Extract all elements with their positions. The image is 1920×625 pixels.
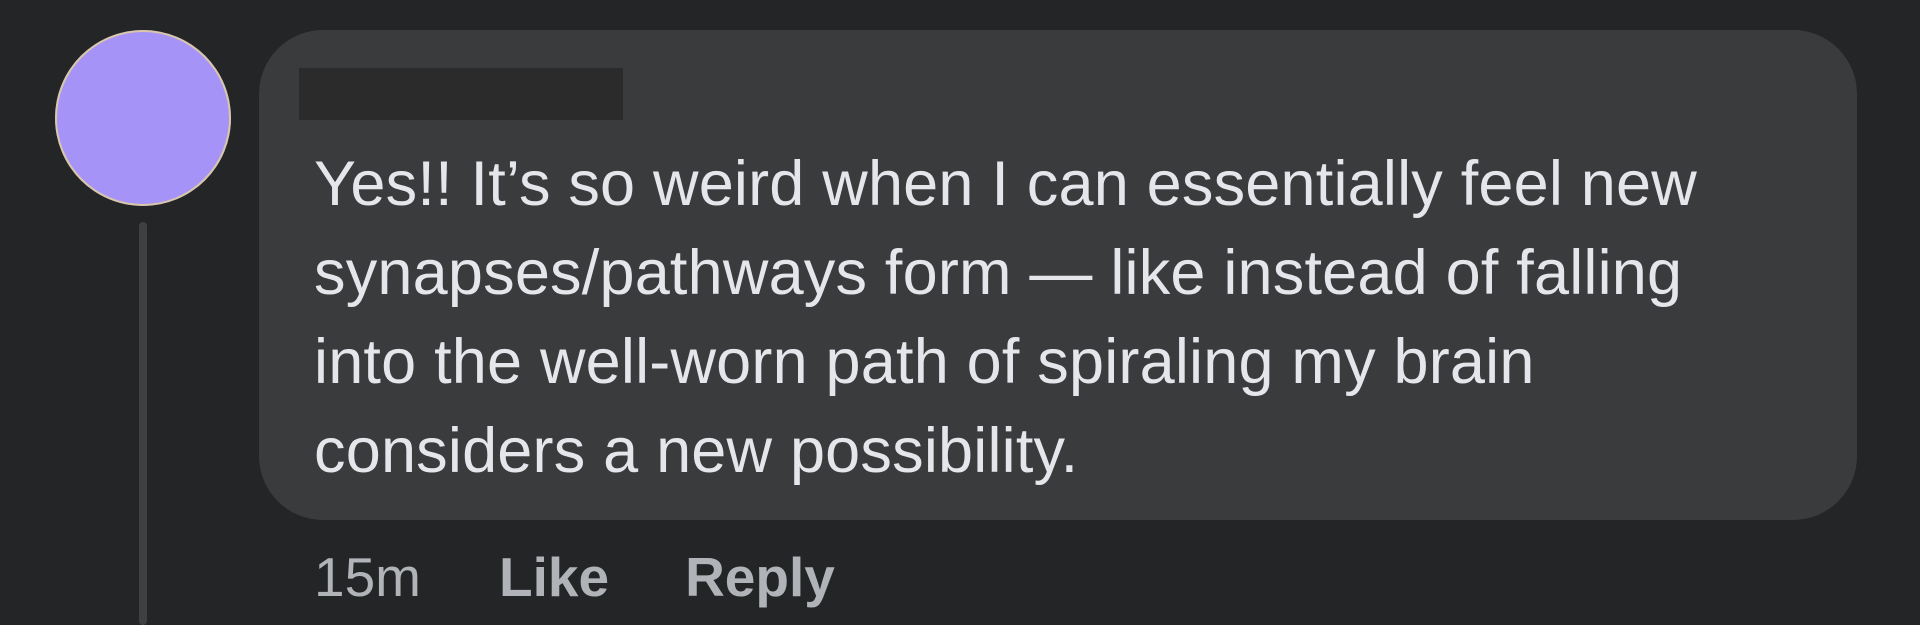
- comment-bubble: Yes!! It’s so weird when I can essential…: [259, 30, 1857, 520]
- comment-thread: Yes!! It’s so weird when I can essential…: [0, 0, 1920, 625]
- like-button[interactable]: Like: [499, 542, 609, 612]
- comment-actions: 15m Like Reply: [314, 542, 911, 612]
- reply-button[interactable]: Reply: [685, 542, 835, 612]
- comment-timestamp[interactable]: 15m: [314, 542, 421, 612]
- avatar[interactable]: [55, 30, 231, 206]
- author-name-redacted[interactable]: [299, 68, 623, 120]
- comment-text: Yes!! It’s so weird when I can essential…: [314, 149, 1697, 486]
- thread-line: [139, 222, 147, 625]
